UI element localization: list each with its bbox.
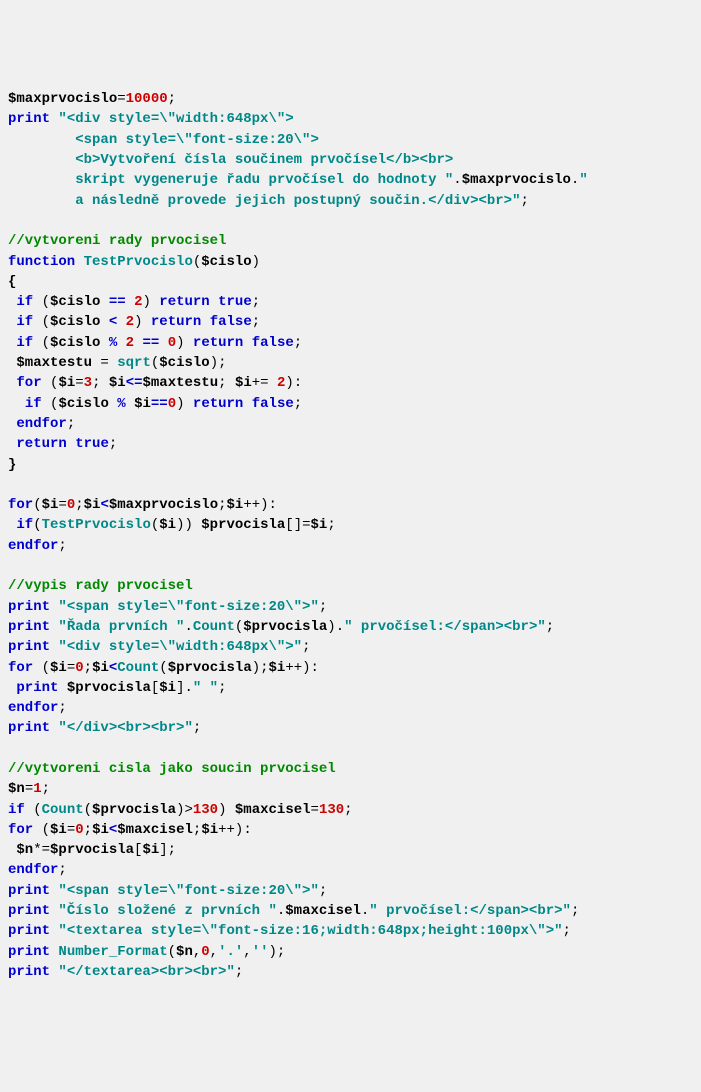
code-line: print "</textarea><br><br>"; (8, 964, 243, 980)
code-line: <span style=\"font-size:20\"> (8, 132, 319, 148)
code-line: print $prvocisla[$i]." "; (8, 680, 227, 696)
code-line: //vytvoreni cisla jako soucin prvocisel (8, 761, 336, 777)
code-line: //vypis rady prvocisel (8, 578, 193, 594)
code-line: <b>Vytvoření čísla součinem prvočísel</b… (8, 152, 453, 168)
code-line: for ($i=0;$i<Count($prvocisla);$i++): (8, 660, 319, 676)
code-line: endfor; (8, 700, 67, 716)
code-line: print "Řada prvních ".Count($prvocisla).… (8, 619, 554, 635)
code-line: print "<span style=\"font-size:20\">"; (8, 599, 327, 615)
code-line: print Number_Format($n,0,'.',''); (8, 944, 285, 960)
code-line: return true; (8, 436, 117, 452)
code-line: //vytvoreni rady prvocisel (8, 233, 226, 249)
code-line: print "<span style=\"font-size:20\">"; (8, 883, 327, 899)
code-line: endfor; (8, 862, 67, 878)
code-line: if ($cislo < 2) return false; (8, 314, 260, 330)
code-line: if(TestPrvocislo($i)) $prvocisla[]=$i; (8, 517, 336, 533)
code-line: if (Count($prvocisla)>130) $maxcisel=130… (8, 802, 353, 818)
code-line: print "Číslo složené z prvních ".$maxcis… (8, 903, 579, 919)
code-line: $n=1; (8, 781, 50, 797)
code-line: { (8, 274, 16, 290)
code-line: } (8, 457, 16, 473)
code-line: endfor; (8, 416, 75, 432)
code-line: endfor; (8, 538, 67, 554)
code-line: for($i=0;$i<$maxprvocislo;$i++): (8, 497, 277, 513)
code-line: skript vygeneruje řadu prvočísel do hodn… (8, 172, 588, 188)
code-line: a následně provede jejich postupný souči… (8, 193, 529, 209)
code-block: $maxprvocislo=10000; print "<div style=\… (8, 89, 693, 982)
code-line: print "<div style=\"width:648px\"> (8, 111, 294, 127)
code-line: $maxprvocislo=10000; (8, 91, 176, 107)
code-line: for ($i=3; $i<=$maxtestu; $i+= 2): (8, 375, 302, 391)
code-line: print "<textarea style=\"font-size:16;wi… (8, 923, 571, 939)
code-line: $n*=$prvocisla[$i]; (8, 842, 176, 858)
code-line: if ($cislo % 2 == 0) return false; (8, 335, 302, 351)
code-line: $maxtestu = sqrt($cislo); (8, 355, 227, 371)
code-line: for ($i=0;$i<$maxcisel;$i++): (8, 822, 252, 838)
code-line: print "<div style=\"width:648px\">"; (8, 639, 310, 655)
code-line: if ($cislo == 2) return true; (8, 294, 260, 310)
code-line: function TestPrvocislo($cislo) (8, 254, 260, 270)
code-line: print "</div><br><br>"; (8, 720, 201, 736)
code-line: if ($cislo % $i==0) return false; (8, 396, 302, 412)
